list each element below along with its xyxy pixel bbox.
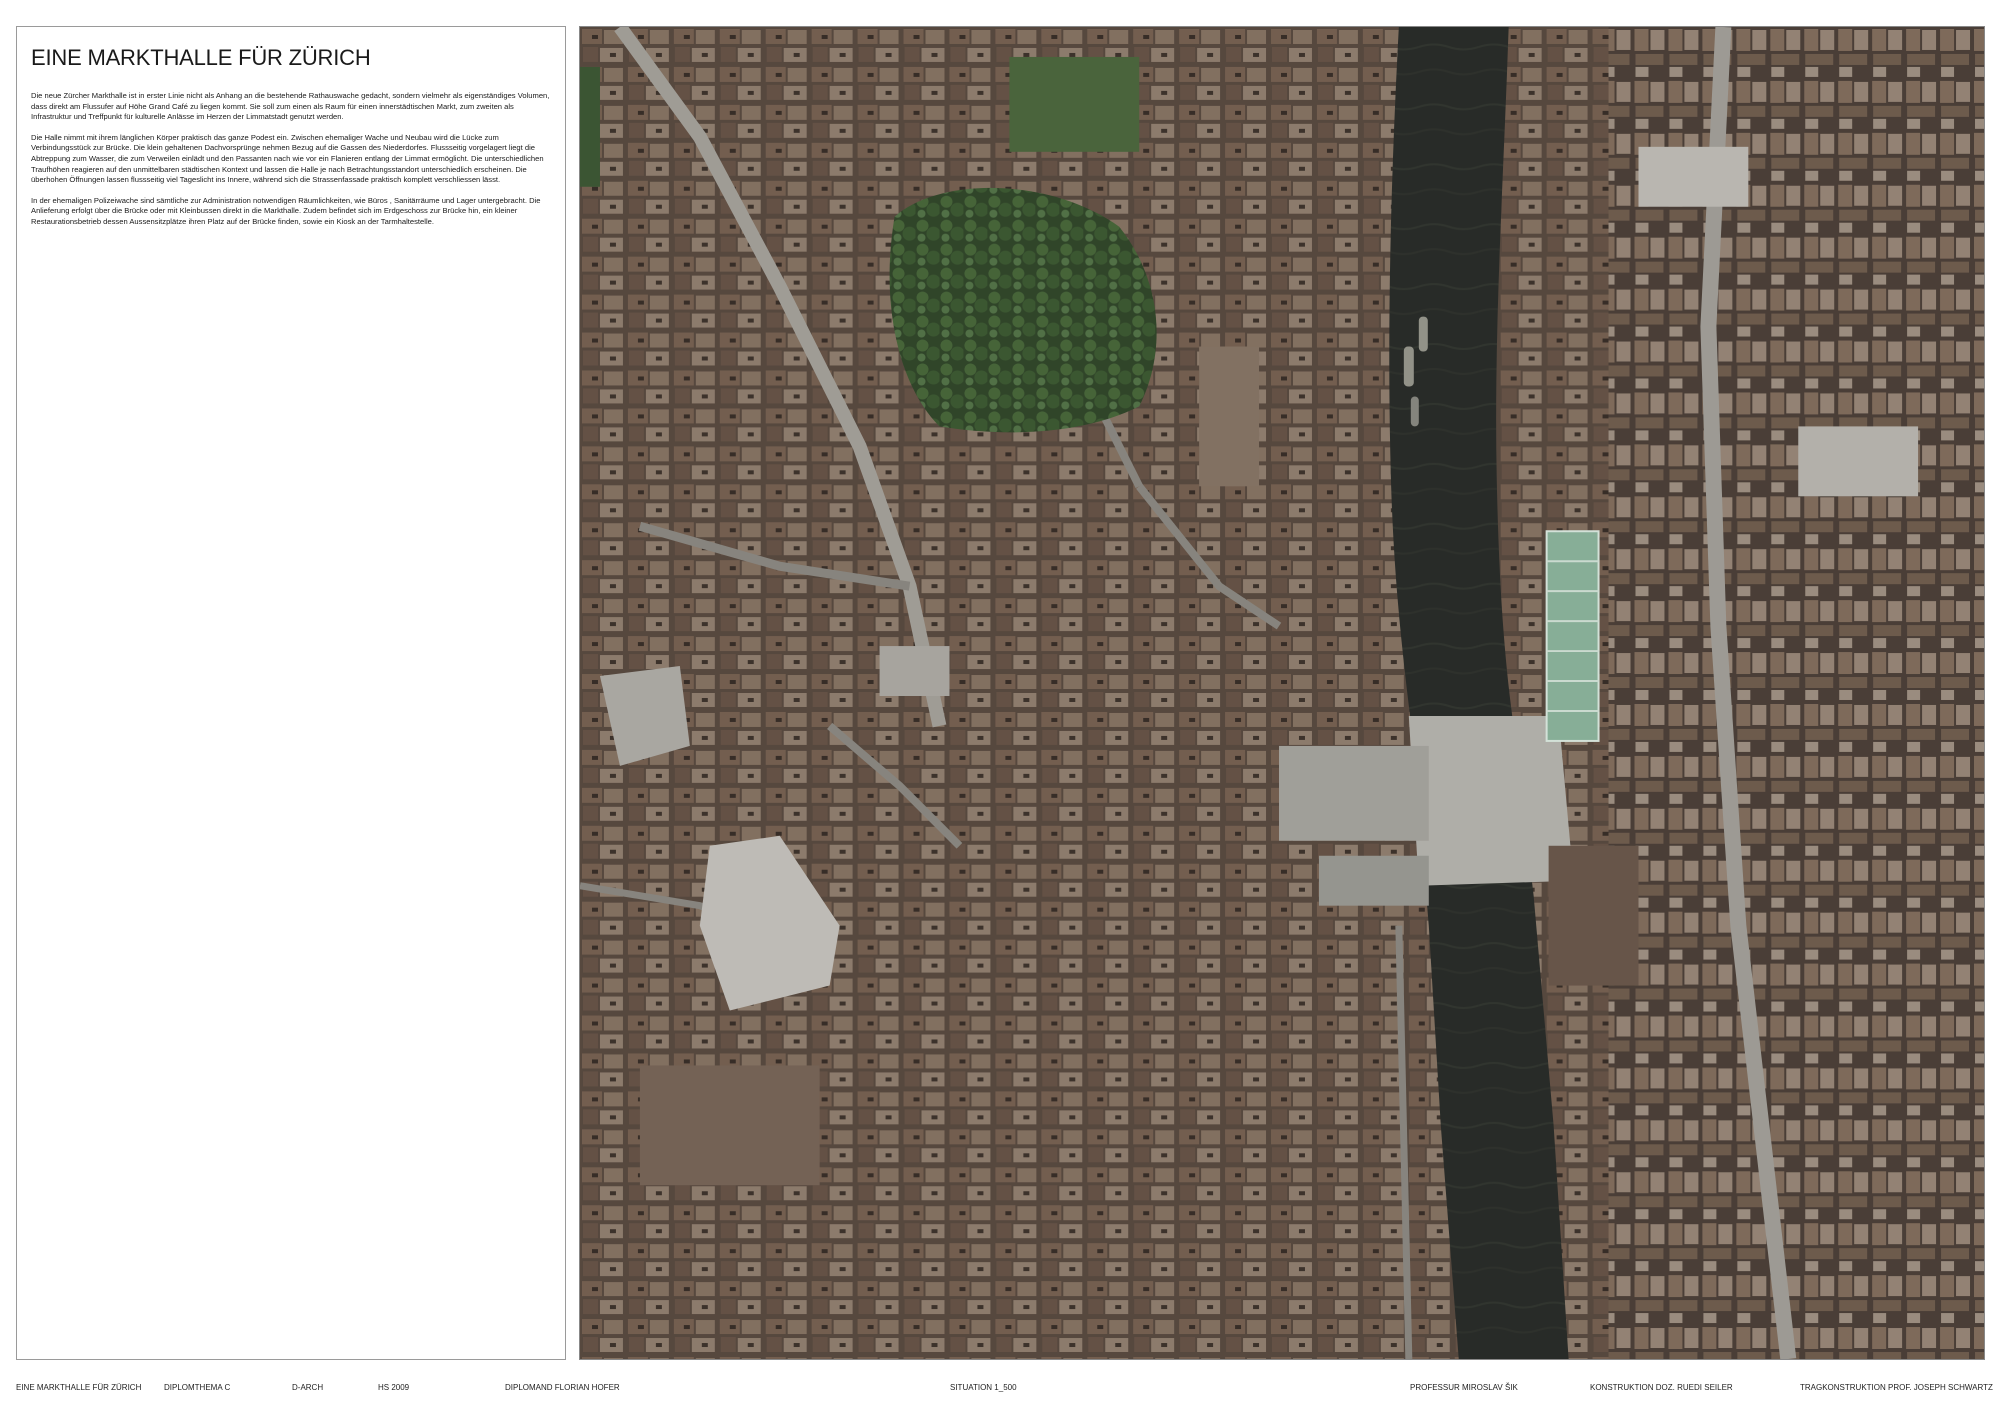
footer-thema: DIPLOMTHEMA C — [164, 1383, 231, 1392]
footer-project: EINE MARKTHALLE FÜR ZÜRICH — [16, 1383, 142, 1392]
footer-diplomand: DIPLOMAND FLORIAN HOFER — [505, 1383, 620, 1392]
footer-konstruktion: KONSTRUKTION DOZ. RUEDI SEILER — [1590, 1383, 1733, 1392]
text-panel: EINE MARKTHALLE FÜR ZÜRICH Die neue Zürc… — [16, 26, 566, 1360]
description-paragraph-3: In der ehemaligen Polizeiwache sind sämt… — [31, 195, 541, 226]
aerial-site-plan — [579, 26, 1985, 1360]
footer-department: D-ARCH — [292, 1383, 324, 1392]
title-block-footer: EINE MARKTHALLE FÜR ZÜRICH DIPLOMTHEMA C… — [0, 1383, 2000, 1403]
page-title: EINE MARKTHALLE FÜR ZÜRICH — [31, 45, 371, 70]
footer-sheet: SITUATION 1_500 — [950, 1383, 1017, 1392]
description-paragraph-1: Die neue Zürcher Markthalle ist in erste… — [31, 91, 550, 122]
description-paragraph-2: Die Halle nimmt mit ihrem länglichen Kör… — [31, 132, 544, 185]
footer-tragkonstruktion: TRAGKONSTRUKTION PROF. JOSEPH SCHWARTZ — [1800, 1383, 1993, 1392]
footer-semester: HS 2009 — [378, 1383, 410, 1392]
footer-professor: PROFESSUR MIROSLAV ŠIK — [1410, 1383, 1518, 1392]
aerial-photo-image — [580, 27, 1984, 1359]
